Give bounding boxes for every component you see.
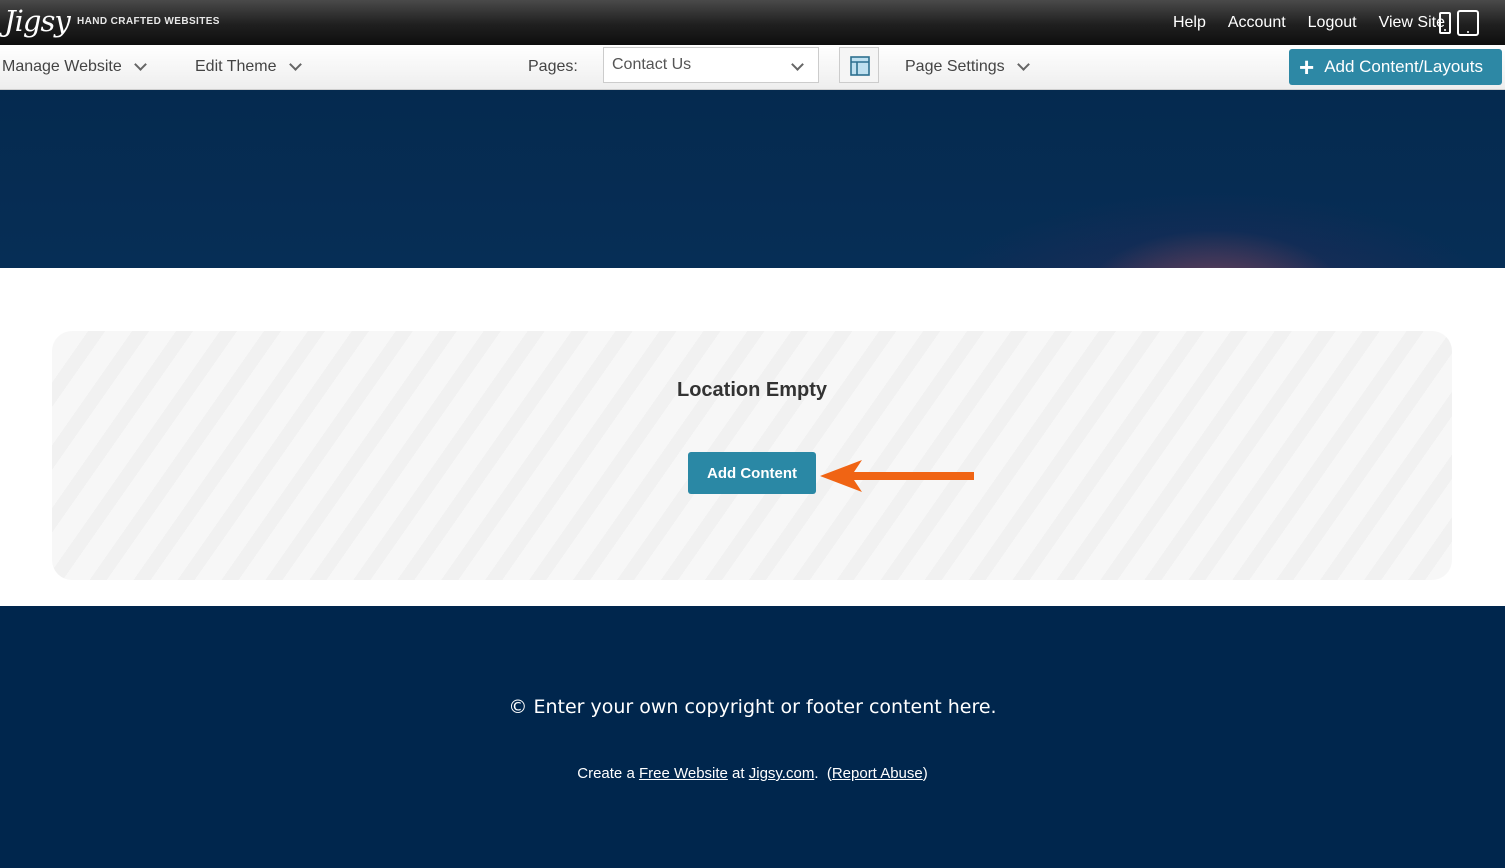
- free-website-link[interactable]: Free Website: [639, 765, 728, 782]
- account-link[interactable]: Account: [1228, 14, 1286, 32]
- footer-credit: Create a Free Website at Jigsy.com. (Rep…: [0, 765, 1505, 782]
- manage-website-label: Manage Website: [2, 58, 122, 75]
- hero-banner: [0, 90, 1505, 268]
- logout-link[interactable]: Logout: [1308, 14, 1357, 32]
- credit-prefix: Create a: [577, 765, 639, 782]
- manage-website-menu[interactable]: Manage Website: [2, 45, 147, 89]
- device-preview-icons: [1439, 10, 1483, 36]
- location-empty-title: Location Empty: [676, 379, 827, 401]
- jigsy-link[interactable]: Jigsy.com: [749, 765, 815, 782]
- editor-toolbar: Manage Website Edit Theme Pages: Contact…: [0, 45, 1505, 90]
- site-footer: © Enter your own copyright or footer con…: [0, 606, 1505, 868]
- chevron-down-icon: [791, 58, 804, 71]
- add-content-layouts-label: Add Content/Layouts: [1324, 57, 1483, 76]
- jigsy-logo[interactable]: Jigsy: [4, 1, 71, 41]
- credit-mid: at: [727, 765, 749, 782]
- add-content-button[interactable]: Add Content: [688, 452, 816, 494]
- chevron-down-icon: [133, 58, 147, 71]
- page-settings-menu[interactable]: Page Settings: [905, 45, 1030, 89]
- top-bar: Jigsy HAND CRAFTED WEBSITES Help Account…: [0, 0, 1505, 45]
- chevron-down-icon: [1016, 58, 1030, 71]
- credit-suffix: ): [922, 765, 928, 782]
- page-settings-label: Page Settings: [905, 58, 1005, 75]
- credit-separator: . (: [814, 765, 832, 782]
- plus-icon: +: [1299, 52, 1315, 82]
- add-content-layouts-button[interactable]: + Add Content/Layouts: [1289, 49, 1502, 85]
- mobile-preview-icon[interactable]: [1439, 12, 1451, 34]
- footer-copyright: © Enter your own copyright or footer con…: [508, 696, 997, 718]
- pages-label: Pages:: [528, 58, 578, 75]
- view-site-link[interactable]: View Site: [1379, 14, 1445, 32]
- report-abuse-link[interactable]: Report Abuse: [832, 765, 923, 782]
- edit-theme-label: Edit Theme: [195, 58, 277, 75]
- empty-content-location: Location Empty Add Content: [52, 331, 1452, 580]
- pages-selected-value: Contact Us: [612, 56, 692, 73]
- page-layout-button[interactable]: [839, 47, 879, 83]
- chevron-down-icon: [288, 58, 302, 71]
- top-links: Help Account Logout View Site: [1151, 0, 1445, 45]
- help-link[interactable]: Help: [1173, 14, 1206, 32]
- tablet-preview-icon[interactable]: [1457, 10, 1479, 36]
- logo-tagline: HAND CRAFTED WEBSITES: [77, 16, 220, 27]
- pages-select[interactable]: Contact Us: [603, 47, 819, 83]
- annotation-arrow-icon: [820, 460, 974, 492]
- edit-theme-menu[interactable]: Edit Theme: [195, 45, 302, 89]
- layout-icon: [850, 56, 870, 76]
